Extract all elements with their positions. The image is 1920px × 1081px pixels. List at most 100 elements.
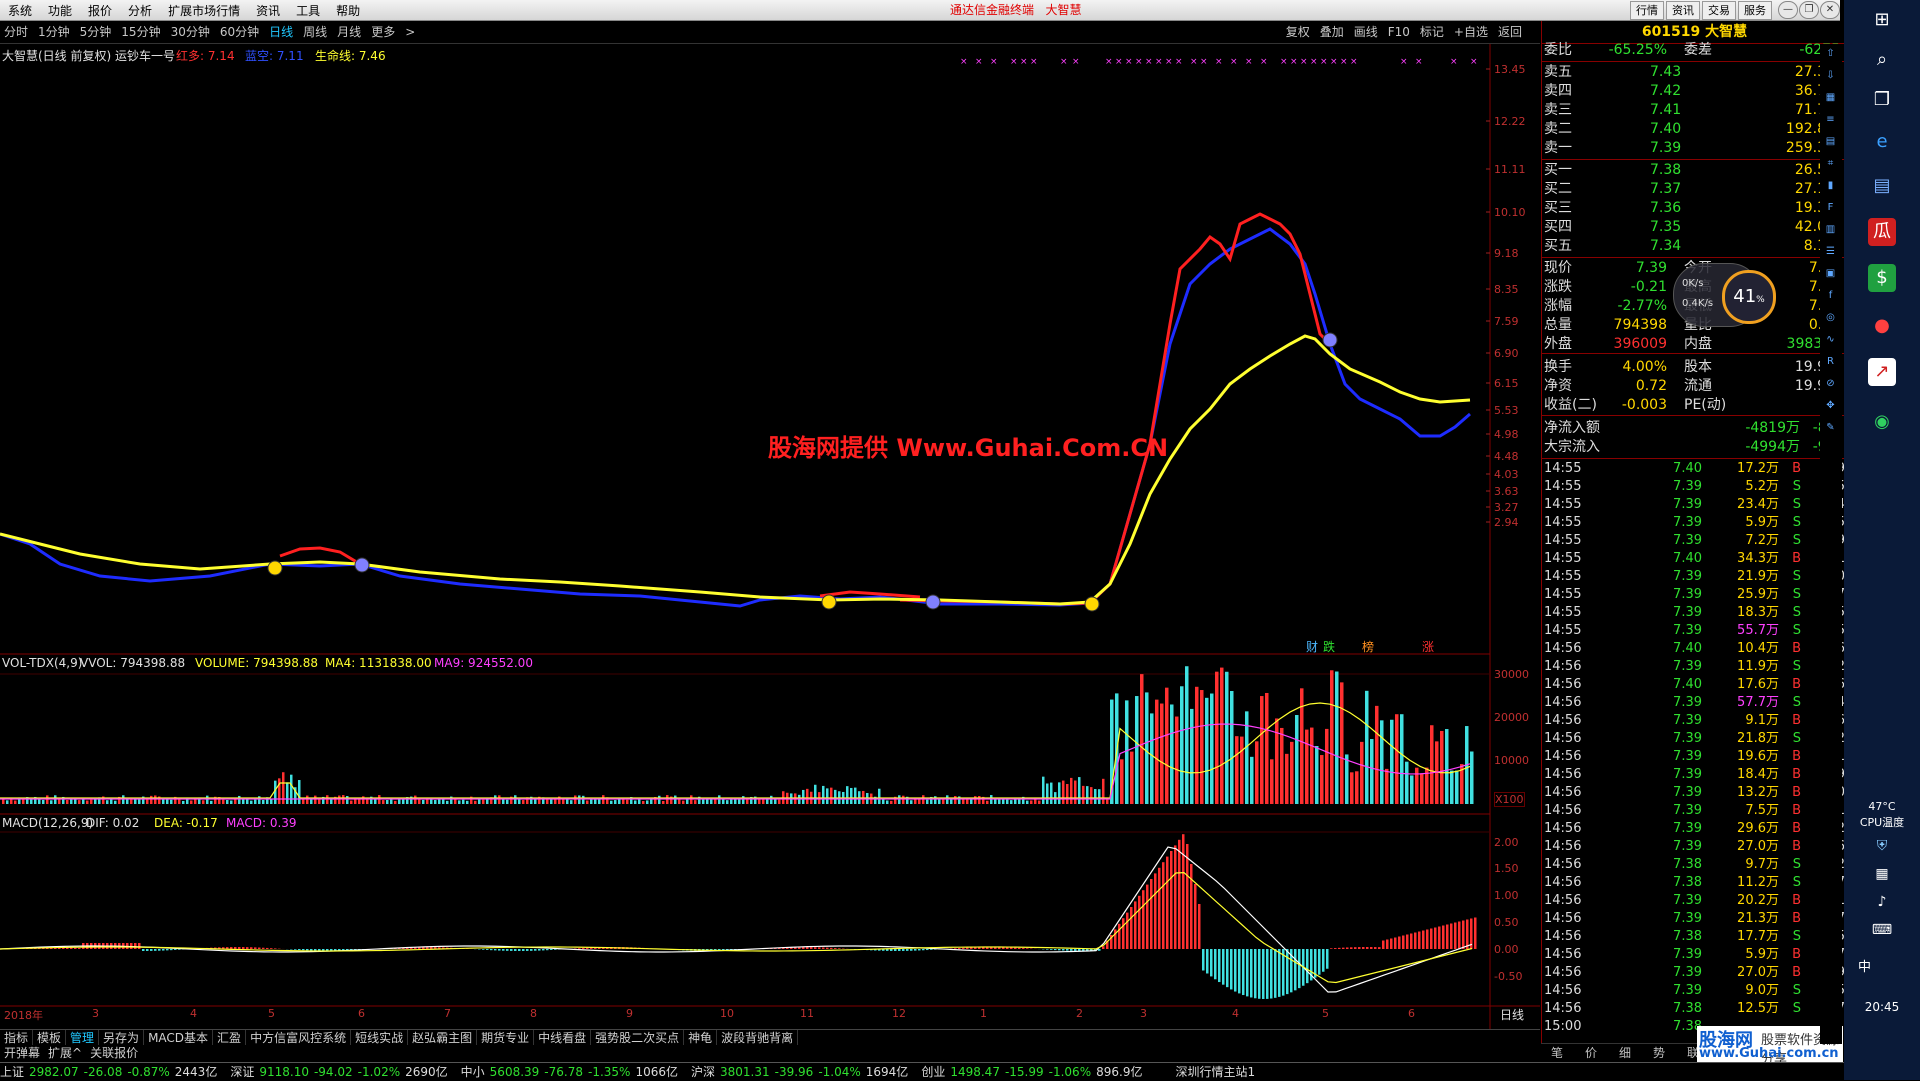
event-tag-drop[interactable]: 跌 xyxy=(1323,638,1335,655)
qtab-price[interactable]: 价 xyxy=(1585,1044,1597,1062)
list-icon[interactable]: ≡ xyxy=(1823,112,1838,127)
period-15min[interactable]: 15分钟 xyxy=(121,21,160,43)
arrow-up-icon[interactable]: ⇧ xyxy=(1823,46,1838,61)
gauge-icon[interactable]: ◎ xyxy=(1823,310,1838,325)
doc-icon[interactable]: ▥ xyxy=(1823,222,1838,237)
event-tag-rise[interactable]: 涨 xyxy=(1422,638,1434,655)
period-1min[interactable]: 1分钟 xyxy=(38,21,70,43)
shield-icon[interactable]: ⛨ xyxy=(1868,832,1896,860)
menu-ext-market[interactable]: 扩展市场行情 xyxy=(160,0,248,20)
server-status[interactable]: 深圳行情主站1 xyxy=(1175,1065,1255,1079)
ime-indicator[interactable]: 中 xyxy=(1858,956,1871,975)
f-icon[interactable]: F xyxy=(1823,200,1838,215)
network-icon[interactable]: ▦ xyxy=(1868,860,1896,888)
menu-quote[interactable]: 报价 xyxy=(80,0,120,20)
indicator-tab[interactable]: 另存为 xyxy=(99,1030,144,1046)
notepad-icon[interactable]: ▤ xyxy=(1868,172,1896,200)
wave-icon[interactable]: ∿ xyxy=(1823,332,1838,347)
period-30min[interactable]: 30分钟 xyxy=(171,21,210,43)
tab-trade[interactable]: 交易 xyxy=(1702,1,1736,20)
arrow-down-icon[interactable]: ⇩ xyxy=(1823,68,1838,83)
indicator-tab[interactable]: 中方信富风控系统 xyxy=(246,1030,351,1046)
period-tick[interactable]: 分时 xyxy=(4,21,28,43)
stack-icon[interactable]: ☰ xyxy=(1823,244,1838,259)
indicator-tab[interactable]: 神龟 xyxy=(684,1030,717,1046)
extra-tab[interactable]: 开弹幕 xyxy=(0,1045,44,1061)
period-more[interactable]: 更多 xyxy=(371,21,395,43)
rsi-icon[interactable]: R xyxy=(1823,354,1838,369)
tool-overlay[interactable]: 叠加 xyxy=(1320,21,1344,43)
box-icon[interactable]: ▣ xyxy=(1823,266,1838,281)
menu-info[interactable]: 资讯 xyxy=(248,0,288,20)
app-refresh-icon[interactable]: ◉ xyxy=(1868,408,1896,436)
app-ball-icon[interactable]: ● xyxy=(1868,312,1896,340)
indicator-tab[interactable]: 赵弘霸主图 xyxy=(408,1030,477,1046)
indicator-tab[interactable]: 模板 xyxy=(33,1030,66,1046)
fx-icon[interactable]: f xyxy=(1823,288,1838,303)
keyboard-icon[interactable]: ⌨ xyxy=(1868,916,1896,944)
indicator-tab[interactable]: 指标 xyxy=(0,1030,33,1046)
index-summary[interactable]: 沪深3801.31-39.96-1.04%1694亿 xyxy=(691,1065,913,1079)
period-daily[interactable]: 日线 xyxy=(269,21,293,43)
indicator-tab[interactable]: MACD基本 xyxy=(144,1030,213,1046)
close-icon[interactable]: ✕ xyxy=(1820,1,1840,19)
event-tag-rank[interactable]: 榜 xyxy=(1362,638,1374,655)
ie-browser-icon[interactable]: e xyxy=(1868,128,1896,156)
index-summary[interactable]: 中小5608.39-76.78-1.35%1066亿 xyxy=(461,1065,683,1079)
extra-tab[interactable]: 扩展^ xyxy=(44,1045,86,1061)
windows-start-icon[interactable]: ⊞ xyxy=(1868,6,1896,34)
tool-back[interactable]: 返回 xyxy=(1498,21,1522,43)
indicator-tab[interactable]: 中线看盘 xyxy=(534,1030,591,1046)
tool-mark[interactable]: 标记 xyxy=(1420,21,1444,43)
index-summary[interactable]: 创业1498.47-15.99-1.06%896.9亿 xyxy=(921,1065,1147,1079)
indicator-tab[interactable]: 强势股二次买点 xyxy=(591,1030,684,1046)
chevron-right-icon[interactable]: > xyxy=(405,21,415,43)
bar-icon[interactable]: ▮ xyxy=(1823,178,1838,193)
menu-function[interactable]: 功能 xyxy=(40,0,80,20)
app-red-icon[interactable]: 瓜 xyxy=(1868,218,1896,246)
indicator-tab[interactable]: 短线实战 xyxy=(351,1030,408,1046)
volume-icon[interactable]: ♪ xyxy=(1868,888,1896,916)
extra-tab[interactable]: 关联报价 xyxy=(86,1045,142,1061)
tool-f10[interactable]: F10 xyxy=(1388,21,1410,43)
qtab-trend[interactable]: 势 xyxy=(1653,1044,1665,1062)
chart-icon[interactable]: ⌗ xyxy=(1823,156,1838,171)
indicator-tab[interactable]: 波段背驰背离 xyxy=(717,1030,798,1046)
ban-icon[interactable]: ⊘ xyxy=(1823,376,1838,391)
pencil-icon[interactable]: ✎ xyxy=(1823,420,1838,435)
menu-analysis[interactable]: 分析 xyxy=(120,0,160,20)
tool-add-watchlist[interactable]: +自选 xyxy=(1454,21,1488,43)
indicator-tab[interactable]: 管理 xyxy=(66,1030,99,1046)
search-icon[interactable]: ⌕ xyxy=(1868,46,1896,74)
tool-draw[interactable]: 画线 xyxy=(1354,21,1378,43)
net-speed-widget[interactable]: 0K/s 0.4K/s 41% xyxy=(1673,263,1761,327)
menu-help[interactable]: 帮助 xyxy=(328,0,368,20)
tab-news[interactable]: 资讯 xyxy=(1666,1,1700,20)
indicator-tab[interactable]: 期货专业 xyxy=(477,1030,534,1046)
qtab-detail[interactable]: 细 xyxy=(1619,1044,1631,1062)
tab-service[interactable]: 服务 xyxy=(1738,1,1772,20)
tool-adjust[interactable]: 复权 xyxy=(1286,21,1310,43)
event-tag-finance[interactable]: 财 xyxy=(1306,638,1318,655)
period-weekly[interactable]: 周线 xyxy=(303,21,327,43)
app-green-dollar-icon[interactable]: $ xyxy=(1868,264,1896,292)
period-5min[interactable]: 5分钟 xyxy=(80,21,112,43)
clock[interactable]: 20:45 xyxy=(1844,1000,1920,1014)
table-icon[interactable]: ▤ xyxy=(1823,134,1838,149)
period-monthly[interactable]: 月线 xyxy=(337,21,361,43)
minimize-icon[interactable]: — xyxy=(1778,1,1798,19)
restore-icon[interactable]: ❐ xyxy=(1799,1,1819,19)
grid-icon[interactable]: ▦ xyxy=(1823,90,1838,105)
move-icon[interactable]: ✥ xyxy=(1823,398,1838,413)
index-summary[interactable]: 上证2982.07-26.08-0.87%2443亿 xyxy=(0,1065,222,1079)
chart-area[interactable]: ×××××××××××××××××××××××××××××××××× 大智慧(日… xyxy=(0,44,1540,1029)
qtab-ticks[interactable]: 笔 xyxy=(1551,1044,1563,1062)
index-summary[interactable]: 深证9118.10-94.02-1.02%2690亿 xyxy=(230,1065,452,1079)
task-view-icon[interactable]: ❐ xyxy=(1868,86,1896,114)
kline-chart-svg[interactable]: ×××××××××××××××××××××××××××××××××× xyxy=(0,44,1540,1029)
tab-market[interactable]: 行情 xyxy=(1630,1,1664,20)
menu-tools[interactable]: 工具 xyxy=(288,0,328,20)
app-stock-icon[interactable]: ↗ xyxy=(1868,358,1896,386)
menu-system[interactable]: 系统 xyxy=(0,0,40,20)
period-60min[interactable]: 60分钟 xyxy=(220,21,259,43)
